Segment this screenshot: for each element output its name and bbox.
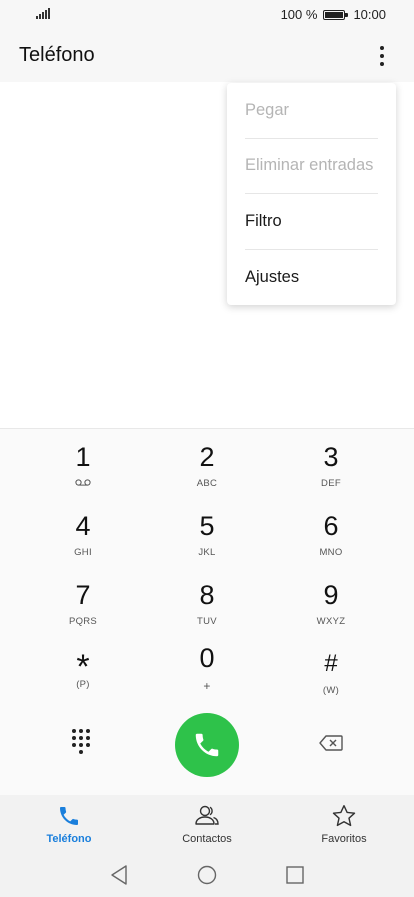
key-digit: * [76,648,90,686]
key-digit: 3 [323,442,339,472]
key-digit: 0 [199,643,215,673]
key-digit: 5 [199,511,215,541]
key-2[interactable]: 2 ABC [147,443,267,505]
key-digit: 4 [75,511,91,541]
recents-icon[interactable] [285,864,305,886]
key-digit: 2 [199,442,215,472]
tab-label: Contactos [182,833,232,845]
key-1[interactable]: 1 [23,443,143,505]
key-letters: PQRS [68,616,98,627]
key-3[interactable]: 3 DEF [271,443,391,505]
key-7[interactable]: 7 PQRS [23,581,143,643]
key-digit: 7 [75,580,91,610]
phone-call-icon [195,733,219,757]
key-letters: (W) [322,685,340,696]
key-hash[interactable]: # (W) [271,650,391,712]
clock: 10:00 [353,7,386,22]
key-letters: ABC [196,478,218,489]
key-letters: MNO [319,547,343,558]
contacts-icon [195,805,219,825]
tab-label: Favoritos [321,833,367,845]
menu-item-settings[interactable]: Ajustes [245,250,378,306]
key-digit: 8 [199,580,215,610]
key-letters: + [203,679,211,693]
key-6[interactable]: 6 MNO [271,512,391,574]
menu-item-label: Filtro [245,211,282,230]
key-letters: DEF [321,478,341,489]
more-vertical-icon[interactable] [370,42,394,70]
bottom-nav: Teléfono Contactos Favoritos [0,795,414,853]
menu-item-label: Eliminar entradas [245,156,374,175]
backspace-icon[interactable] [319,735,343,751]
menu-item-label: Ajustes [245,267,300,286]
key-letters: JKL [198,547,216,558]
status-right: 100 % 10:00 [281,7,386,22]
tab-label: Teléfono [46,833,92,845]
battery-percentage: 100 % [280,7,318,22]
app-bar: Teléfono [0,30,414,82]
signal-bars-icon [36,8,50,19]
key-letters: (P) [76,679,90,690]
key-letters: WXYZ [316,616,346,627]
status-bar: 100 % 10:00 [0,0,414,30]
star-icon [332,805,356,827]
dialpad: 1 2 ABC 3 DEF 4 GHI 5 JKL 6 MNO 7 PQRS 8… [0,428,414,795]
page-title: Teléfono [19,44,95,66]
key-5[interactable]: 5 JKL [147,512,267,574]
key-digit: # [324,650,338,677]
tab-contacts[interactable]: Contactos [157,803,257,845]
key-digit: 6 [323,511,339,541]
overflow-menu: Pegar Eliminar entradas Filtro Ajustes [227,83,396,305]
battery-full-icon [323,9,349,20]
key-digit: 1 [75,442,91,472]
menu-item-filter[interactable]: Filtro [245,194,378,250]
tab-favorites[interactable]: Favoritos [294,803,394,845]
key-9[interactable]: 9 WXYZ [271,581,391,643]
back-icon[interactable] [109,864,129,886]
voicemail-icon [75,479,91,486]
dialpad-icon[interactable] [72,729,92,754]
menu-item-paste[interactable]: Pegar [245,83,378,139]
key-digit: 9 [323,580,339,610]
menu-item-label: Pegar [245,100,290,119]
system-nav-bar [0,853,414,897]
phone-icon [60,807,78,825]
key-0[interactable]: 0 + [147,644,267,706]
key-letters: GHI [74,547,92,558]
key-8[interactable]: 8 TUV [147,581,267,643]
tab-phone[interactable]: Teléfono [19,803,119,845]
key-letters: TUV [197,616,217,627]
call-button[interactable] [175,713,239,777]
menu-item-delete-entries[interactable]: Eliminar entradas [245,139,378,194]
home-icon[interactable] [196,864,218,886]
key-star[interactable]: * (P) [23,650,143,712]
key-4[interactable]: 4 GHI [23,512,143,574]
